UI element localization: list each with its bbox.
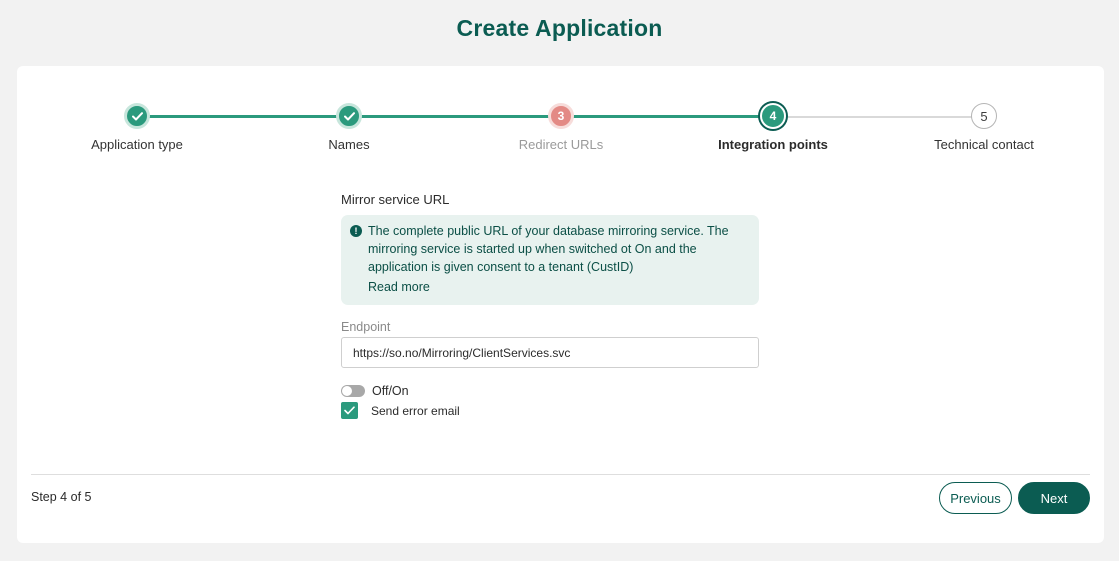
section-title: Mirror service URL [341,192,450,207]
step-4-circle: 4 [760,103,786,129]
send-error-email-label: Send error email [371,403,460,418]
step-label: Technical contact [934,137,1034,152]
info-text: The complete public URL of your database… [368,224,729,274]
toggle-row: Off/On [341,384,759,398]
info-box: ! The complete public URL of your databa… [341,215,759,305]
check-icon [344,406,355,415]
read-more-link[interactable]: Read more [368,278,749,296]
integration-form: Mirror service URL ! The complete public… [341,192,759,419]
step-label: Integration points [718,137,828,152]
step-5-circle: 5 [971,103,997,129]
connector-done [137,115,773,118]
endpoint-input[interactable] [341,337,759,368]
on-off-toggle[interactable] [341,385,365,397]
page-title: Create Application [456,15,663,41]
info-icon: ! [350,225,362,237]
step-label: Redirect URLs [518,137,604,152]
wizard-card: Application type Names 3 Redirect URLs 4… [17,66,1104,543]
toggle-label: Off/On [372,384,409,398]
toggle-knob [342,386,352,396]
stepper: Application type Names 3 Redirect URLs 4… [17,66,1104,166]
step-2-circle [336,103,362,129]
step-counter: Step 4 of 5 [31,490,92,504]
previous-button[interactable]: Previous [939,482,1012,514]
step-label: Names [328,137,370,152]
send-error-email-checkbox[interactable] [341,402,358,419]
step-1-circle [124,103,150,129]
check-icon [131,111,143,120]
connector-pending [773,116,984,118]
endpoint-label: Endpoint [341,320,391,334]
step-3-circle: 3 [548,103,574,129]
step-label: Application type [91,137,183,152]
checkbox-row: Send error email [341,402,759,419]
next-button[interactable]: Next [1018,482,1090,514]
footer-divider [31,474,1090,475]
check-icon [343,111,355,120]
